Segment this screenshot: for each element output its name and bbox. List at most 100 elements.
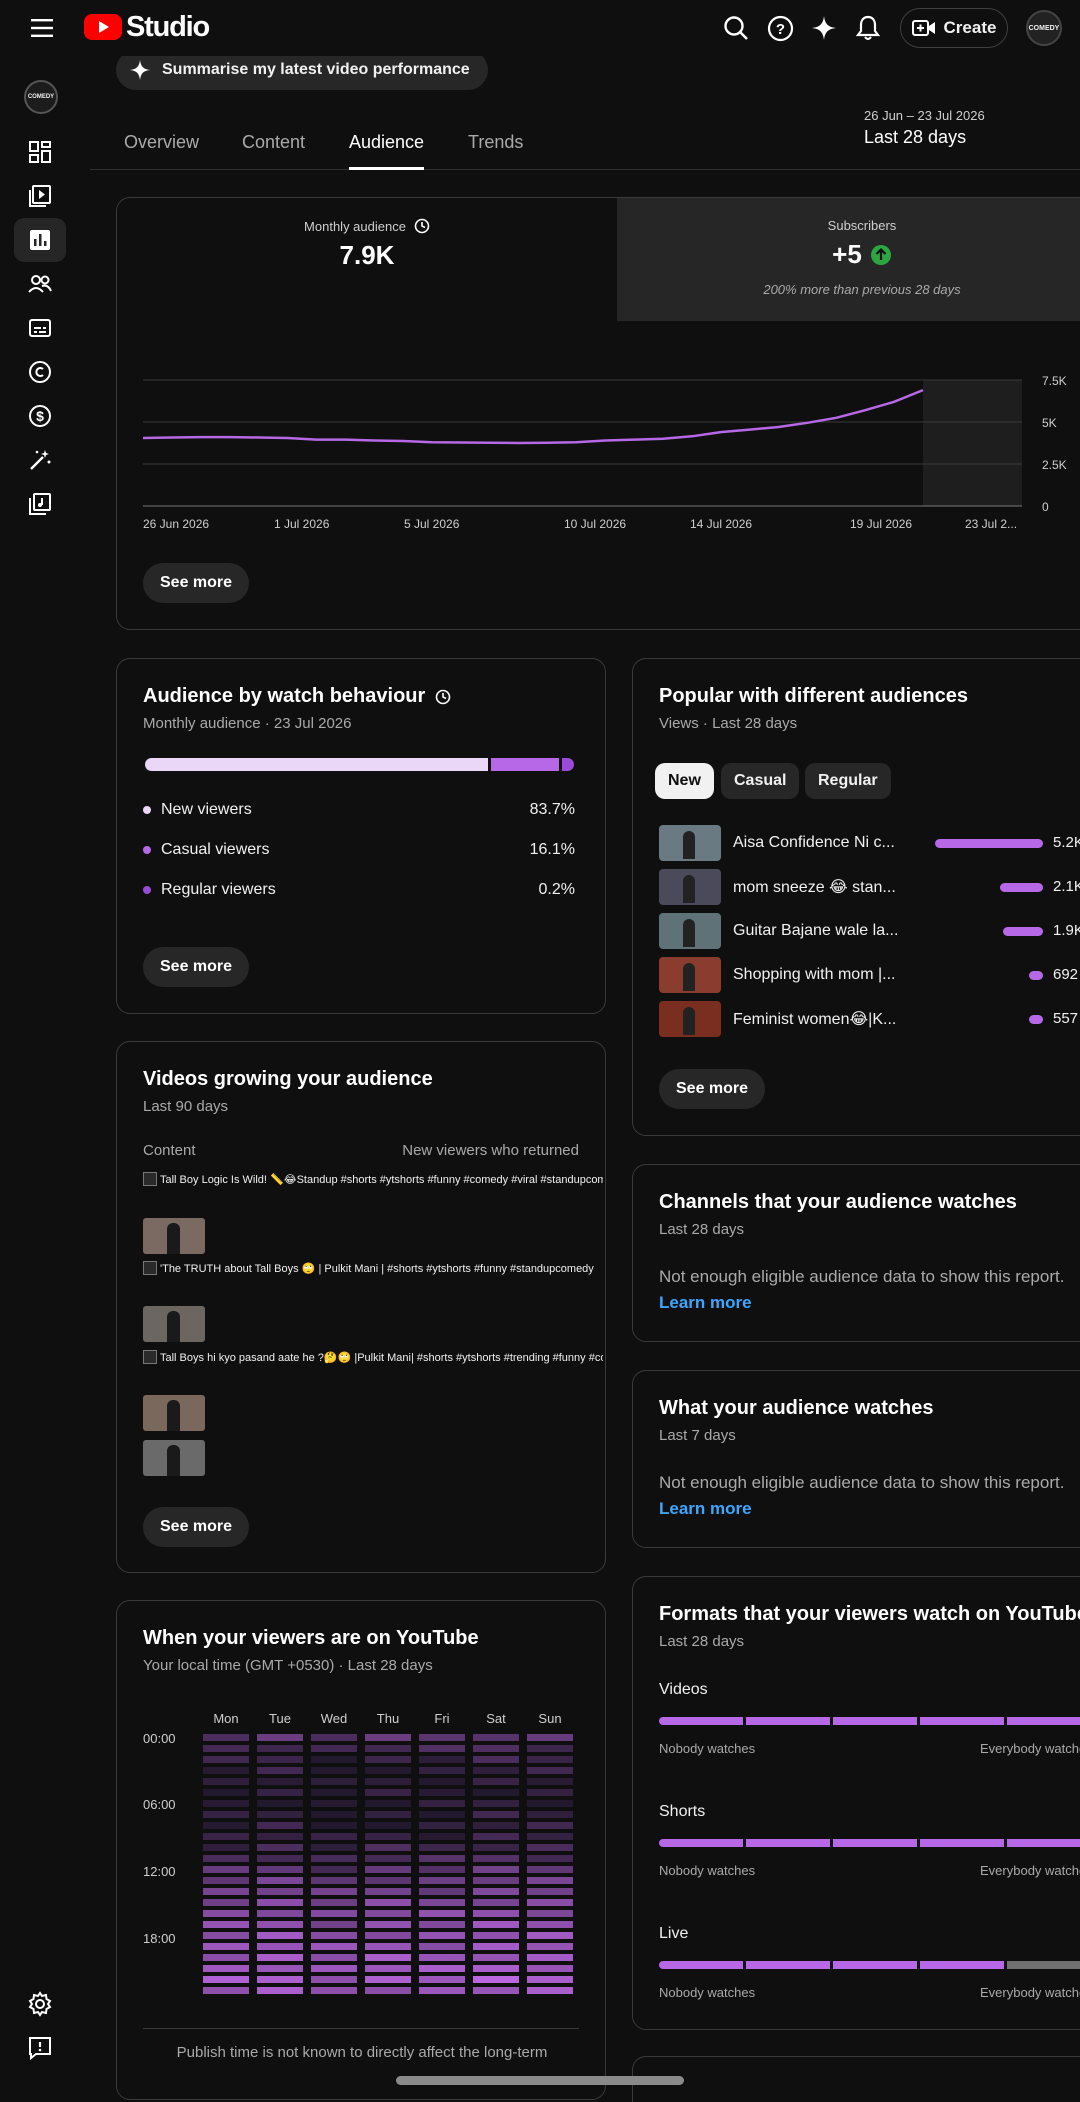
heatmap-cell — [203, 1888, 249, 1895]
video-thumbnail[interactable] — [143, 1218, 205, 1254]
popular-see-more-button[interactable]: See more — [659, 1069, 766, 1109]
clock-icon — [435, 689, 451, 704]
growing-subtitle: Last 90 days — [143, 1098, 229, 1115]
growing-see-more-button[interactable]: See more — [143, 1507, 250, 1547]
channels-learn-more-link[interactable]: Learn more — [659, 1293, 752, 1313]
heatmap-cell — [527, 1855, 573, 1862]
heatmap-cell — [419, 1877, 465, 1884]
x-tick-label: 5 Jul 2026 — [404, 517, 460, 531]
dashboard-icon[interactable] — [14, 130, 66, 174]
feedback-icon[interactable] — [14, 2026, 66, 2070]
earn-icon[interactable]: $ — [14, 394, 66, 438]
next-card-partial — [632, 2056, 1080, 2102]
popular-views-value: 2.1K — [1053, 878, 1080, 895]
menu-icon[interactable] — [24, 12, 60, 44]
account-avatar[interactable]: COMEDY — [1026, 10, 1062, 46]
heatmap-cell — [527, 1910, 573, 1917]
analytics-icon[interactable] — [14, 218, 66, 262]
format-meter-segment — [833, 1839, 917, 1847]
popular-row[interactable]: Aisa Confidence Ni c... 5.2K — [659, 825, 1080, 861]
popular-row[interactable]: Feminist women😂|K... 557 — [659, 1001, 1080, 1037]
heatmap-cell — [527, 1965, 573, 1972]
when-footer: Publish time is not known to directly af… — [176, 2044, 548, 2061]
channels-audience-watches-card: Channels that your audience watches Last… — [632, 1164, 1080, 1342]
growing-video-row[interactable]: 'The TRUTH about Tall Boys 🙄 | Pulkit Ma… — [143, 1261, 603, 1275]
heatmap-cell — [311, 1866, 357, 1873]
popular-views-bar — [935, 839, 1043, 848]
heatmap-cell — [257, 1943, 303, 1950]
customisation-wand-icon[interactable] — [14, 438, 66, 482]
format-meter-segment — [659, 1717, 743, 1725]
tab-overview[interactable]: Overview — [124, 132, 199, 167]
heatmap-cell — [311, 1800, 357, 1807]
growing-video-row[interactable]: Tall Boy Logic Is Wild! 📏😂Standup #short… — [143, 1172, 603, 1186]
pill-new[interactable]: New — [655, 763, 714, 799]
youtube-studio-logo[interactable]: Studio — [84, 10, 210, 44]
tab-content[interactable]: Content — [242, 132, 305, 167]
watch-behaviour-see-more-button[interactable]: See more — [143, 947, 250, 987]
heatmap-cell — [473, 1855, 519, 1862]
subtitles-icon[interactable] — [14, 306, 66, 350]
casual-viewers-dot — [143, 846, 151, 854]
create-button[interactable]: Create — [900, 8, 1008, 48]
broken-image-icon — [143, 1172, 157, 1186]
video-thumbnail[interactable] — [143, 1440, 205, 1476]
audio-library-icon[interactable] — [14, 482, 66, 526]
heatmap-cell — [203, 1954, 249, 1961]
legend-new-viewers: New viewers 83.7% — [143, 801, 575, 819]
formats-card: Formats that your viewers watch on YouTu… — [632, 1576, 1080, 2030]
heatmap-cell — [365, 1921, 411, 1928]
watches-message: Not enough eligible audience data to sho… — [659, 1473, 1065, 1492]
heatmap-cell — [527, 1987, 573, 1994]
x-tick-label: 23 Jul 2... — [965, 517, 1017, 531]
help-icon[interactable]: ? — [762, 12, 798, 44]
channel-avatar[interactable]: COMEDY — [24, 80, 58, 114]
heatmap-cell — [311, 1811, 357, 1818]
pill-casual[interactable]: Casual — [721, 763, 800, 799]
overview-see-more-button[interactable]: See more — [143, 563, 250, 603]
day-label: Fri — [434, 1711, 450, 1726]
content-icon[interactable] — [14, 174, 66, 218]
heatmap-cell — [419, 1745, 465, 1752]
heatmap-cell — [527, 1932, 573, 1939]
heatmap-cell — [203, 1734, 249, 1741]
tab-audience[interactable]: Audience — [349, 132, 425, 170]
community-icon[interactable] — [14, 262, 66, 306]
sparkle-icon[interactable] — [806, 12, 842, 44]
hour-label: 12:00 — [143, 1864, 176, 1879]
settings-gear-icon[interactable] — [14, 1982, 66, 2026]
format-meter-segment — [920, 1961, 1004, 1969]
heatmap-cell — [527, 1734, 573, 1741]
new-viewers-dot — [143, 806, 151, 814]
video-thumbnail[interactable] — [143, 1306, 205, 1342]
tab-trends[interactable]: Trends — [468, 132, 523, 167]
summarise-performance-chip[interactable]: Summarise my latest video performance — [116, 50, 488, 90]
watches-learn-more-link[interactable]: Learn more — [659, 1499, 752, 1519]
heatmap-cell — [473, 1987, 519, 1994]
y-tick-label: 7.5K — [1042, 374, 1067, 388]
copyright-icon[interactable] — [14, 350, 66, 394]
x-tick-label: 14 Jul 2026 — [690, 517, 752, 531]
popular-row[interactable]: Guitar Bajane wale la... 1.9K — [659, 913, 1080, 949]
format-meter-segment — [1007, 1717, 1080, 1725]
notifications-bell-icon[interactable] — [850, 12, 886, 44]
popular-row[interactable]: Shopping with mom |... 692 — [659, 957, 1080, 993]
pill-regular[interactable]: Regular — [805, 763, 891, 799]
heatmap-cell — [365, 1910, 411, 1917]
home-indicator[interactable] — [396, 2076, 684, 2085]
legend-regular-viewers: Regular viewers 0.2% — [143, 881, 575, 899]
heatmap-cell — [473, 1844, 519, 1851]
subscribers-value: +5 — [832, 239, 862, 269]
format-meter-shorts — [659, 1839, 1080, 1847]
monthly-audience-line — [142, 388, 924, 445]
heatmap-cell — [527, 1833, 573, 1840]
growing-video-row[interactable]: Tall Boys hi kyo pasand aate he ?🤔🙄 |Pul… — [143, 1350, 603, 1364]
heatmap-cell — [473, 1767, 519, 1774]
search-icon[interactable] — [718, 12, 754, 44]
format-meter-segment — [1007, 1839, 1080, 1847]
subscribers-metric[interactable]: Subscribers +5 200% more than previous 2… — [617, 218, 1080, 297]
heatmap-cell — [473, 1932, 519, 1939]
monthly-audience-metric[interactable]: Monthly audience 7.9K — [117, 218, 617, 271]
video-thumbnail[interactable] — [143, 1395, 205, 1431]
popular-row[interactable]: mom sneeze 😂 stan... 2.1K — [659, 869, 1080, 905]
